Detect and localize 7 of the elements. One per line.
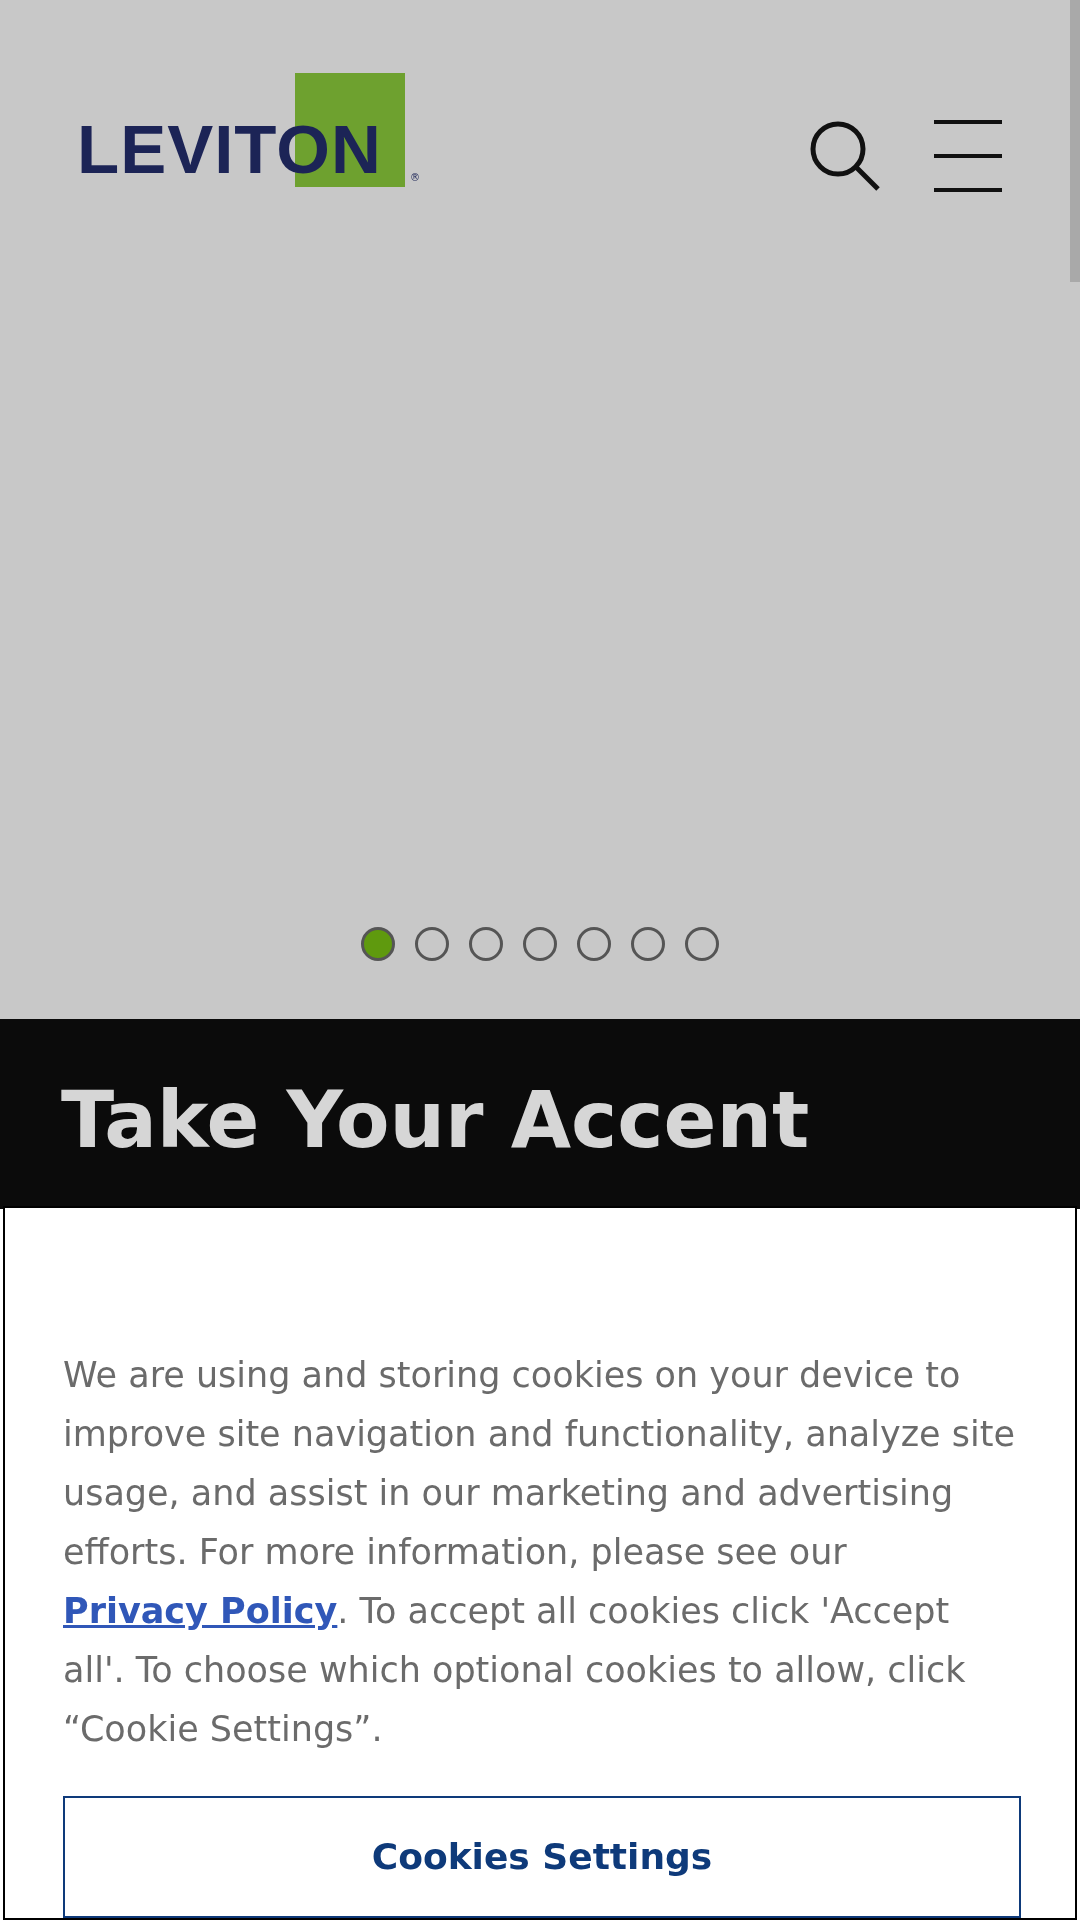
cookies-settings-button[interactable]: Cookies Settings	[63, 1796, 1021, 1918]
menu-icon[interactable]	[934, 119, 1002, 193]
search-icon[interactable]	[808, 119, 882, 193]
cookie-message: We are using and storing cookies on your device to improve site navigation and functionality, analyze site usage, and assist in our marketing and advertising efforts. For more information, please see our Privacy Policy. To accept all cookies click 'Accept all'. To choose which optional cookies to allow, click “Cookie Settings”.	[63, 1354, 1016, 1751]
banner-title: Take Your Accent	[61, 1081, 811, 1159]
privacy-policy-link[interactable]: Privacy Policy	[63, 1591, 338, 1631]
scrollbar[interactable]	[1070, 0, 1080, 282]
